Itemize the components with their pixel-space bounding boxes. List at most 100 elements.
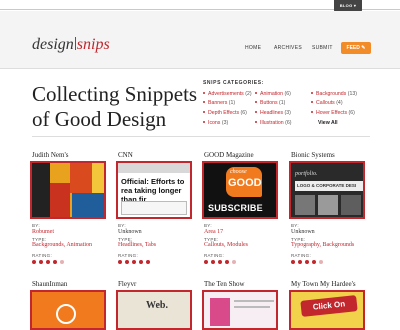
rating-dot	[60, 260, 64, 264]
rating-dot	[46, 260, 50, 264]
bullet-icon	[255, 121, 257, 123]
card-thumbnail[interactable]: Click On	[289, 290, 365, 330]
card-thumbnail[interactable]	[30, 161, 106, 219]
category-buttons[interactable]: Buttons (1)	[255, 100, 285, 106]
good-thumb-good: GOOD	[228, 177, 262, 189]
category-backgrounds[interactable]: Backgrounds (13)	[311, 91, 357, 97]
bionic-thumb-banner: LOGO & CORPORATE DESI	[295, 181, 363, 191]
card-thumbnail[interactable]: portfolio. LOGO & CORPORATE DESI	[289, 161, 365, 219]
rating-dot	[298, 260, 302, 264]
bullet-icon	[203, 121, 205, 123]
bullet-icon	[255, 111, 257, 113]
view-all-link[interactable]: View All	[318, 120, 338, 126]
card-title[interactable]: My Town My Hardee's	[291, 280, 356, 288]
bionic-thumb-tile	[341, 195, 361, 215]
site-logo[interactable]: design snips	[32, 36, 110, 54]
card-title[interactable]: CNN	[118, 151, 133, 159]
good-thumb-choose: choose	[230, 169, 247, 175]
rating-dot	[204, 260, 208, 264]
rating-stars[interactable]	[291, 260, 323, 264]
nav-home[interactable]: HOME	[245, 45, 261, 51]
fleyvr-thumb-text: Web.	[146, 300, 168, 311]
bionic-thumb-tile	[318, 195, 338, 215]
category-hover-effects[interactable]: Hover Effects (6)	[311, 110, 355, 116]
rating-stars[interactable]	[32, 260, 64, 264]
card-thumbnail[interactable]: choose GOOD SUBSCRIBE	[202, 161, 278, 219]
card-author[interactable]: Robumet	[32, 229, 54, 235]
rating-dot	[53, 260, 57, 264]
card-types[interactable]: Callouts, Modules	[204, 242, 248, 248]
by-label: BY:	[291, 223, 299, 228]
rating-dot	[305, 260, 309, 264]
good-thumb-subscribe: SUBSCRIBE	[208, 203, 263, 213]
rating-dot	[211, 260, 215, 264]
category-advertisements[interactable]: Advertisements (2)	[203, 91, 252, 97]
nav-submit[interactable]: SUBMIT	[312, 45, 333, 51]
rating-stars[interactable]	[204, 260, 236, 264]
card-thumbnail[interactable]: Web.	[116, 290, 192, 330]
card-types[interactable]: Headlines, Tabs	[118, 242, 156, 248]
bionic-thumb-tile	[295, 195, 315, 215]
card-author[interactable]: Area 17	[204, 229, 223, 235]
bullet-icon	[255, 92, 257, 94]
card-title[interactable]: Bionic Systems	[291, 151, 335, 159]
card-thumbnail[interactable]	[202, 290, 278, 330]
hardees-thumb-text: Click On	[300, 295, 358, 317]
tenshow-thumb-block	[210, 298, 230, 326]
rating-dot	[218, 260, 222, 264]
bullet-icon	[203, 101, 205, 103]
cnn-thumb-box	[121, 201, 187, 215]
rating-dot	[132, 260, 136, 264]
rating-dot	[146, 260, 150, 264]
card-title[interactable]: The Ten Show	[204, 280, 245, 288]
bionic-thumb-portfolio: portfolio.	[295, 171, 318, 177]
rating-dot	[319, 260, 323, 264]
bullet-icon	[255, 101, 257, 103]
rating-dot	[125, 260, 129, 264]
section-divider	[32, 136, 370, 137]
nav-archives[interactable]: ARCHIVES	[274, 45, 302, 51]
rating-dot	[312, 260, 316, 264]
rating-dot	[232, 260, 236, 264]
logo-design: design	[32, 36, 74, 53]
category-depth-effects[interactable]: Depth Effects (6)	[203, 110, 247, 116]
card-title[interactable]: ShaunInman	[32, 280, 67, 288]
rating-dot	[139, 260, 143, 264]
feed-button[interactable]: FEED ✎	[341, 42, 371, 54]
card-types[interactable]: Typography, Backgrounds	[291, 242, 354, 248]
bullet-icon	[311, 101, 313, 103]
card-author: Unknown	[118, 229, 142, 235]
category-animation[interactable]: Animation (6)	[255, 91, 291, 97]
rating-label: RATING:	[291, 253, 312, 258]
category-icons[interactable]: Icons (3)	[203, 120, 228, 126]
bullet-icon	[311, 111, 313, 113]
categories-title: SNIPS CATEGORIES:	[203, 80, 264, 86]
card-title[interactable]: Judith Nem's	[32, 151, 68, 159]
by-label: BY:	[32, 223, 40, 228]
rating-dot	[225, 260, 229, 264]
by-label: BY:	[118, 223, 126, 228]
rating-dot	[291, 260, 295, 264]
judith-thumb-graphic	[32, 163, 104, 217]
card-thumbnail[interactable]: Official: Efforts to rea taking longer t…	[116, 161, 192, 219]
rating-stars[interactable]	[118, 260, 150, 264]
logo-snips: snips	[76, 36, 110, 53]
card-thumbnail[interactable]	[30, 290, 106, 330]
bullet-icon	[203, 92, 205, 94]
card-title[interactable]: Fleyvr	[118, 280, 136, 288]
rating-label: RATING:	[204, 253, 225, 258]
logo-divider	[74, 37, 76, 50]
category-banners[interactable]: Banners (1)	[203, 100, 235, 106]
rating-dot	[118, 260, 122, 264]
bullet-icon	[203, 111, 205, 113]
card-types[interactable]: Backgrounds, Animation	[32, 242, 92, 248]
rating-dot	[39, 260, 43, 264]
rating-label: RATING:	[118, 253, 139, 258]
tenshow-thumb-line	[234, 306, 270, 308]
rating-dot	[32, 260, 36, 264]
category-callouts[interactable]: Callouts (4)	[311, 100, 343, 106]
by-label: BY:	[204, 223, 212, 228]
card-title[interactable]: GOOD Magazine	[204, 151, 254, 159]
category-illustration[interactable]: Illustration (6)	[255, 120, 291, 126]
category-headlines[interactable]: Headlines (3)	[255, 110, 291, 116]
